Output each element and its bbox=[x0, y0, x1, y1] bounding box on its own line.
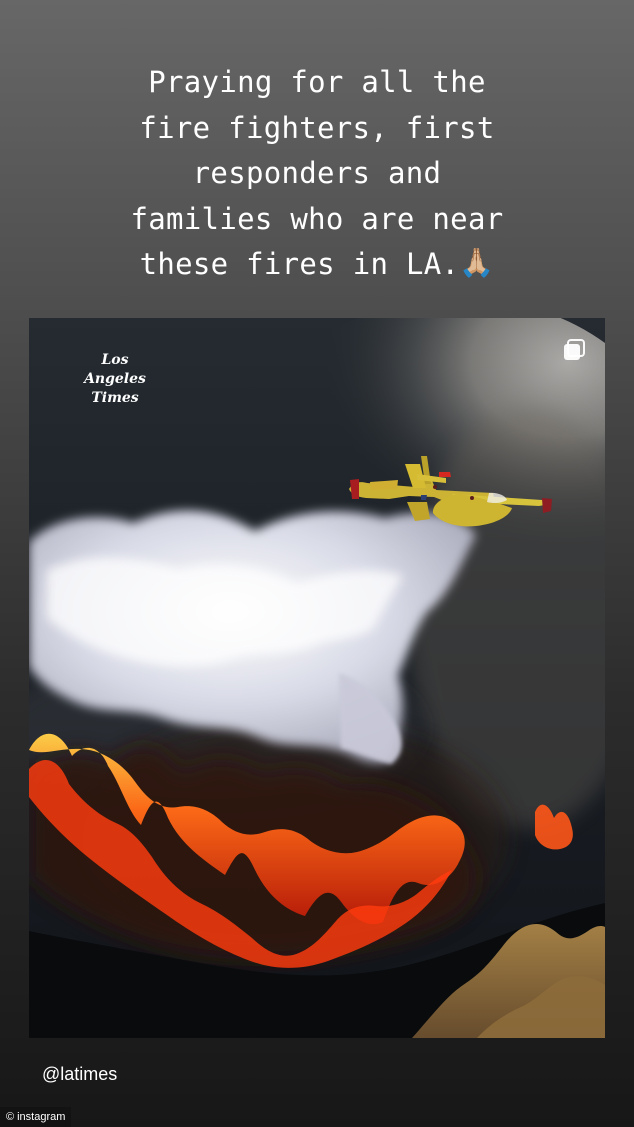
wildfire-photo bbox=[29, 318, 605, 1038]
praying-hands-emoji: 🙏🏼 bbox=[459, 246, 495, 279]
copyright-icon: © bbox=[6, 1111, 15, 1123]
story-caption-text: Praying for all the fire fighters, first… bbox=[130, 65, 504, 281]
story-mention[interactable]: @latimes bbox=[42, 1062, 117, 1086]
square-stack-icon[interactable] bbox=[560, 337, 588, 365]
source-watermark: © instagram bbox=[0, 1107, 72, 1127]
story-caption: Praying for all the fire fighters, first… bbox=[40, 60, 594, 288]
watermark-text: instagram bbox=[17, 1111, 66, 1123]
shared-post-card[interactable]: Los Angeles Times bbox=[29, 318, 605, 1038]
publisher-logo: Los Angeles Times bbox=[84, 352, 146, 406]
